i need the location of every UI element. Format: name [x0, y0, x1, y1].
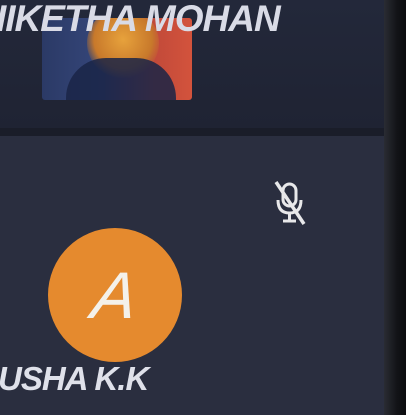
tile-divider: [0, 128, 384, 136]
meeting-screen: IIKETHA MOHAN A USHA K.K: [0, 0, 406, 415]
screen-bezel: [384, 0, 406, 415]
video-figure: [66, 58, 176, 100]
avatar: A: [48, 228, 182, 362]
participant-name: USHA K.K: [0, 360, 149, 397]
mic-muted-icon: [274, 181, 306, 225]
participant-tile-top[interactable]: IIKETHA MOHAN: [0, 0, 384, 128]
participant-name: IIKETHA MOHAN: [0, 0, 281, 39]
avatar-initial: A: [87, 258, 143, 332]
